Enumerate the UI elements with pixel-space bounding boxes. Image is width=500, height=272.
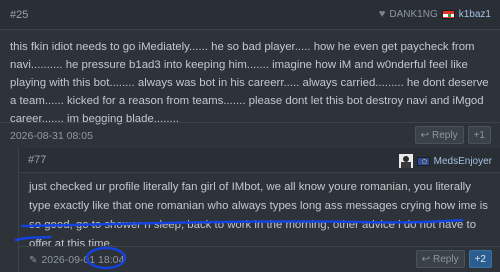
author-username[interactable]: MedsEnjoyer xyxy=(434,156,492,167)
vote-button[interactable]: +1 xyxy=(467,126,491,144)
post-footer: 2026-08-31 08:05 ↩ Reply +1 xyxy=(0,122,500,148)
post-header: #77 MedsEnjoyer xyxy=(19,148,500,173)
upvoter-name[interactable]: DANK1NG xyxy=(389,9,437,20)
reply-icon: ↩ xyxy=(420,129,430,141)
post-number[interactable]: #25 xyxy=(10,9,28,21)
reply-label: Reply xyxy=(433,253,459,265)
post-actions: ↩ Reply +2 xyxy=(415,250,492,268)
vote-count: +1 xyxy=(473,129,485,141)
reply-button[interactable]: ↩ Reply xyxy=(415,250,465,268)
post-footer: ✎ 2026-09-01 18:04 ↩ Reply +2 xyxy=(19,246,500,272)
post-body: this fkin idiot needs to go iMediately..… xyxy=(10,41,489,125)
post-datetime: ✎ 2026-09-01 18:04 xyxy=(29,254,124,266)
post-number[interactable]: #77 xyxy=(28,154,46,166)
heart-icon: ♥ xyxy=(378,8,386,20)
vote-count: +2 xyxy=(474,253,486,265)
pencil-icon: ✎ xyxy=(29,255,38,266)
author-username[interactable]: k1baz1 xyxy=(459,9,491,20)
post-meta: ♥ DANK1NG k1baz1 xyxy=(379,8,491,20)
lebanon-flag-icon xyxy=(441,9,455,19)
post-meta: MedsEnjoyer xyxy=(398,154,492,168)
post-date: 2026-08-31 08:05 xyxy=(10,130,93,142)
post-77: #77 MedsEnjoyer just checked ur profile … xyxy=(18,148,500,272)
reply-label: Reply xyxy=(432,129,458,141)
user-avatar[interactable] xyxy=(398,154,413,168)
eu-flag-icon xyxy=(416,156,430,166)
reply-button[interactable]: ↩ Reply xyxy=(414,126,464,144)
post-date: 2026-09-01 xyxy=(41,254,96,266)
reply-icon: ↩ xyxy=(421,253,431,265)
post-time: 18:04 xyxy=(98,254,125,266)
post-actions: ↩ Reply +1 xyxy=(414,126,491,144)
vote-button[interactable]: +2 xyxy=(468,250,492,268)
post-body: just checked ur profile literally fan gi… xyxy=(29,181,489,250)
post-header: #25 ♥ DANK1NG k1baz1 xyxy=(0,0,500,30)
